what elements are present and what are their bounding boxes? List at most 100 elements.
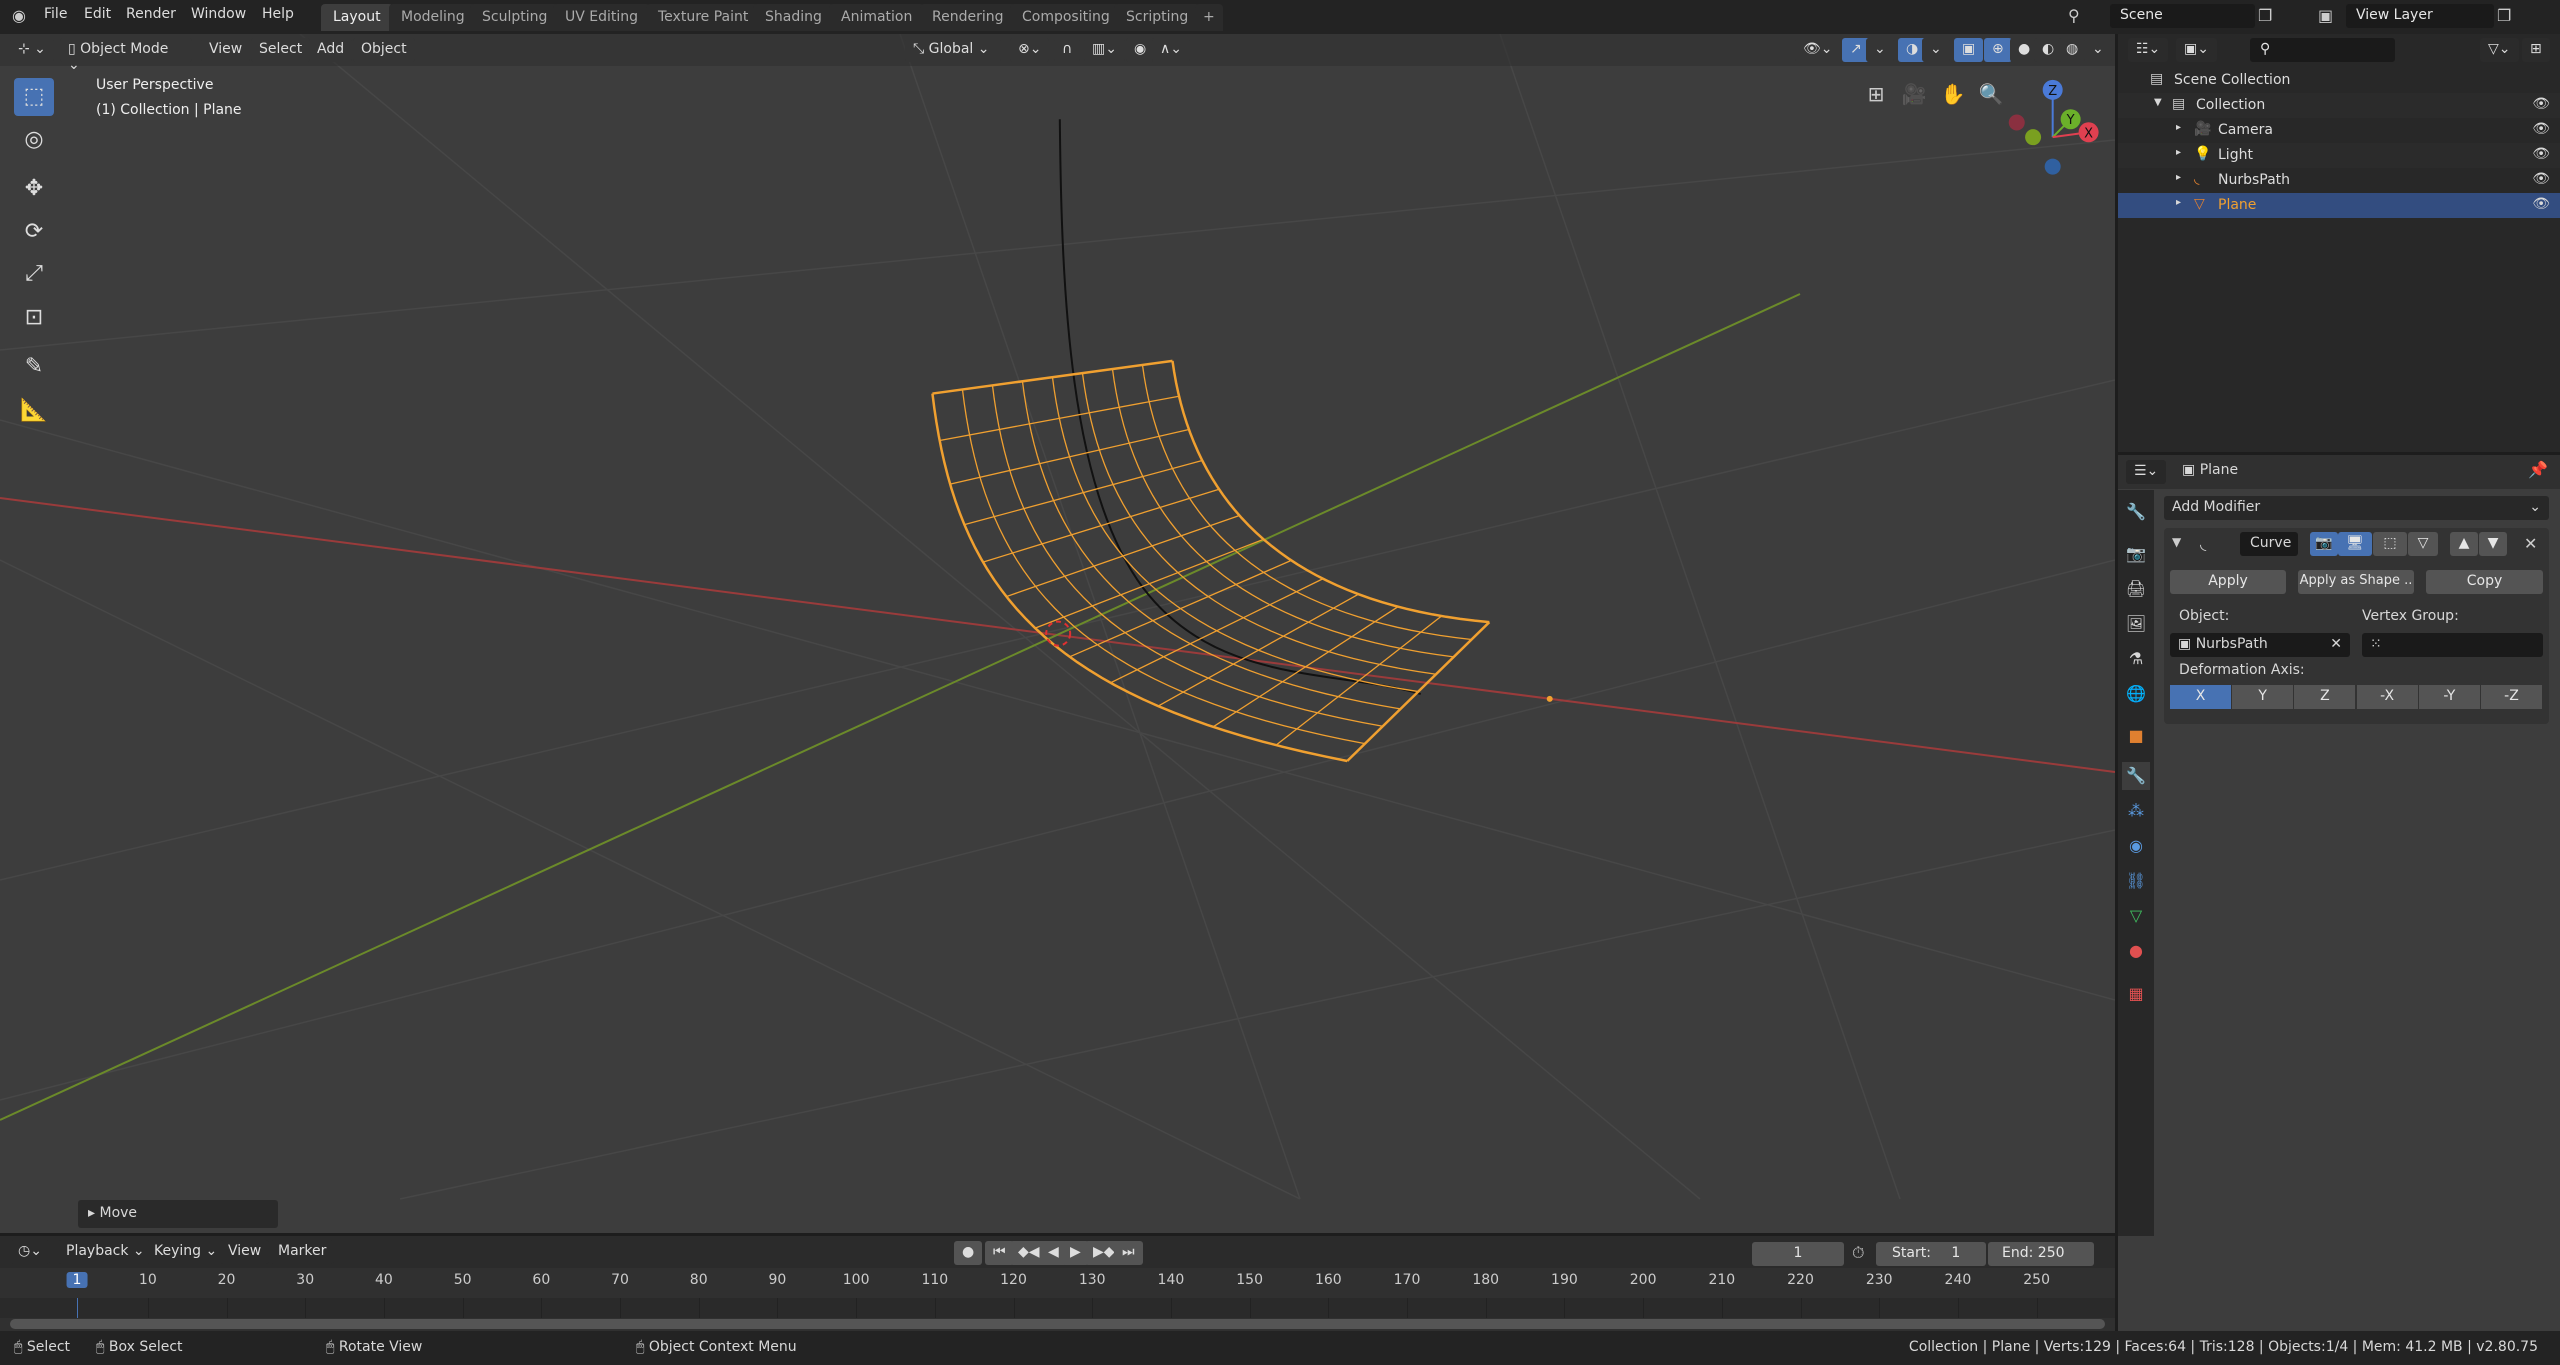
- outliner-search[interactable]: ⚲: [2250, 38, 2395, 62]
- xray-icon[interactable]: ▣: [1954, 38, 1984, 62]
- cursor-tool-icon[interactable]: ◎: [14, 121, 54, 159]
- measure-tool-icon[interactable]: 📐: [14, 392, 54, 430]
- viewport-menu-select[interactable]: Select: [251, 38, 311, 62]
- viewport-menu-view[interactable]: View: [201, 38, 251, 62]
- outliner-item[interactable]: ▸ ▽ Plane 👁: [2118, 193, 2560, 218]
- world-tab-icon[interactable]: 🌐: [2122, 680, 2150, 708]
- view-layer-tab-icon[interactable]: 🖼: [2122, 610, 2150, 638]
- tab-uv-editing[interactable]: UV Editing: [553, 4, 651, 31]
- transform-tool-icon[interactable]: ⊡: [14, 299, 54, 337]
- apply-button[interactable]: Apply: [2170, 570, 2286, 594]
- eye-icon[interactable]: 👁: [2532, 171, 2550, 187]
- object-field[interactable]: ▣ NurbsPath ✕: [2170, 633, 2350, 657]
- viewport-menu-object[interactable]: Object: [353, 38, 415, 62]
- tab-modeling[interactable]: Modeling: [389, 4, 477, 31]
- tool-tab-icon[interactable]: 🔧: [2122, 498, 2150, 526]
- scene-icon[interactable]: ⚲: [2068, 6, 2080, 25]
- stopwatch-icon[interactable]: ⏱: [1852, 1243, 1864, 1263]
- timeline-scrollbar[interactable]: [10, 1319, 2105, 1329]
- axis-x-button[interactable]: X: [2170, 685, 2231, 709]
- toggle-camera-icon[interactable]: ⊞: [1862, 82, 1890, 106]
- outliner-item[interactable]: ▸ 💡 Light 👁: [2118, 143, 2560, 168]
- copy-button[interactable]: Copy: [2426, 570, 2543, 594]
- timeline-view-menu[interactable]: View: [220, 1240, 270, 1264]
- tab-layout[interactable]: Layout: [321, 4, 393, 31]
- move-up-icon[interactable]: ▲: [2450, 532, 2478, 556]
- output-tab-icon[interactable]: 🖨: [2122, 575, 2150, 603]
- view-layer-field[interactable]: View Layer: [2346, 4, 2494, 28]
- annotate-tool-icon[interactable]: ✎: [14, 348, 54, 386]
- pin-icon[interactable]: 📌: [2528, 460, 2548, 479]
- outliner-item[interactable]: ▼ ▤ Collection 👁: [2118, 93, 2560, 118]
- particles-tab-icon[interactable]: ⁂: [2122, 797, 2150, 825]
- axis-z-button[interactable]: Z: [2294, 685, 2356, 709]
- scene-field[interactable]: Scene: [2110, 4, 2255, 28]
- menu-window[interactable]: Window: [191, 6, 246, 22]
- clear-icon[interactable]: ✕: [2330, 636, 2342, 652]
- current-frame-field[interactable]: 1: [1752, 1242, 1844, 1266]
- render-toggle-icon[interactable]: 📷: [2310, 532, 2338, 556]
- record-icon[interactable]: ●: [954, 1241, 983, 1265]
- expand-icon[interactable]: ▼: [2154, 97, 2162, 108]
- tab-rendering[interactable]: Rendering: [920, 4, 1016, 31]
- scale-tool-icon[interactable]: ⤢: [14, 255, 54, 293]
- rendered-shading-icon[interactable]: ◍: [2058, 38, 2087, 62]
- outliner-item[interactable]: ▸ 🎥 Camera 👁: [2118, 118, 2560, 143]
- keying-menu[interactable]: Keying ⌄: [146, 1240, 226, 1264]
- visibility-icon[interactable]: 👁⌄: [1795, 38, 1841, 62]
- vertex-group-field[interactable]: ⁙: [2362, 633, 2543, 657]
- expand-icon[interactable]: ▸: [2176, 122, 2181, 133]
- tab-animation[interactable]: Animation: [829, 4, 925, 31]
- axis--z-button[interactable]: -Z: [2481, 685, 2542, 709]
- remove-modifier-icon[interactable]: ✕: [2524, 534, 2537, 553]
- object-tab-icon[interactable]: ■: [2122, 722, 2150, 750]
- eye-icon[interactable]: 👁: [2532, 96, 2550, 112]
- modifier-tab-icon[interactable]: 🔧: [2122, 762, 2150, 790]
- tab-sculpting[interactable]: Sculpting: [470, 4, 560, 31]
- snap-icon[interactable]: ∩: [1054, 38, 1081, 62]
- move-down-icon[interactable]: ▼: [2479, 532, 2507, 556]
- expand-icon[interactable]: ▸: [2176, 197, 2181, 208]
- editmode-toggle-icon[interactable]: ⬚: [2373, 532, 2407, 556]
- scene-tab-icon[interactable]: ⚗: [2122, 645, 2150, 673]
- collapse-icon[interactable]: ▼: [2172, 535, 2181, 549]
- expand-icon[interactable]: ▸: [2176, 172, 2181, 183]
- add-modifier-dropdown[interactable]: Add Modifier ⌄: [2164, 496, 2549, 520]
- object-mode-dropdown[interactable]: ▯ Object Mode ⌄: [60, 38, 192, 73]
- menu-help[interactable]: Help: [262, 6, 294, 22]
- render-tab-icon[interactable]: 📷: [2122, 540, 2150, 568]
- falloff-icon[interactable]: ∧⌄: [1152, 38, 1190, 62]
- axis--x-button[interactable]: -X: [2356, 685, 2418, 709]
- menu-file[interactable]: File: [44, 6, 67, 22]
- viewport-toggle-icon[interactable]: 🖥: [2338, 532, 2372, 556]
- menu-edit[interactable]: Edit: [84, 6, 111, 22]
- start-frame-field[interactable]: Start: 1: [1876, 1242, 1986, 1266]
- proportional-edit-icon[interactable]: ◉: [1126, 38, 1155, 62]
- jump-end-icon[interactable]: ⏭: [1114, 1241, 1143, 1265]
- tab-texture-paint[interactable]: Texture Paint: [646, 4, 761, 31]
- material-tab-icon[interactable]: ●: [2122, 937, 2150, 965]
- tab-shading[interactable]: Shading: [753, 4, 834, 31]
- cage-toggle-icon[interactable]: ▽: [2408, 532, 2438, 556]
- outliner-editor-type[interactable]: ☷⌄: [2128, 38, 2169, 62]
- rotate-tool-icon[interactable]: ⟳: [14, 213, 54, 251]
- modifier-name-field[interactable]: Curve: [2240, 532, 2298, 556]
- texture-tab-icon[interactable]: ▦: [2122, 980, 2150, 1008]
- eye-icon[interactable]: 👁: [2532, 196, 2550, 212]
- editor-type-button[interactable]: ⊹ ⌄: [10, 38, 54, 62]
- data-tab-icon[interactable]: ▽: [2122, 902, 2150, 930]
- axis-y-button[interactable]: Y: [2232, 685, 2294, 709]
- tab-compositing[interactable]: Compositing: [1010, 4, 1122, 31]
- new-view-layer-icon[interactable]: ❐: [2497, 6, 2511, 25]
- select-box-tool-icon[interactable]: ⬚: [14, 78, 54, 116]
- 3d-viewport[interactable]: ZYX: [0, 34, 2115, 1233]
- viewport-scene[interactable]: ZYX: [0, 34, 2115, 1233]
- properties-editor-type[interactable]: ☰⌄: [2126, 460, 2167, 484]
- camera-view-icon[interactable]: 🎥: [1900, 82, 1928, 106]
- outliner-item[interactable]: ▤ Scene Collection: [2118, 68, 2560, 93]
- menu-render[interactable]: Render: [126, 6, 176, 22]
- display-mode-dropdown[interactable]: ▣⌄: [2176, 38, 2217, 62]
- expand-icon[interactable]: ▸: [2176, 147, 2181, 158]
- new-collection-icon[interactable]: ⊞: [2522, 38, 2550, 62]
- playback-menu[interactable]: Playback ⌄: [58, 1240, 153, 1264]
